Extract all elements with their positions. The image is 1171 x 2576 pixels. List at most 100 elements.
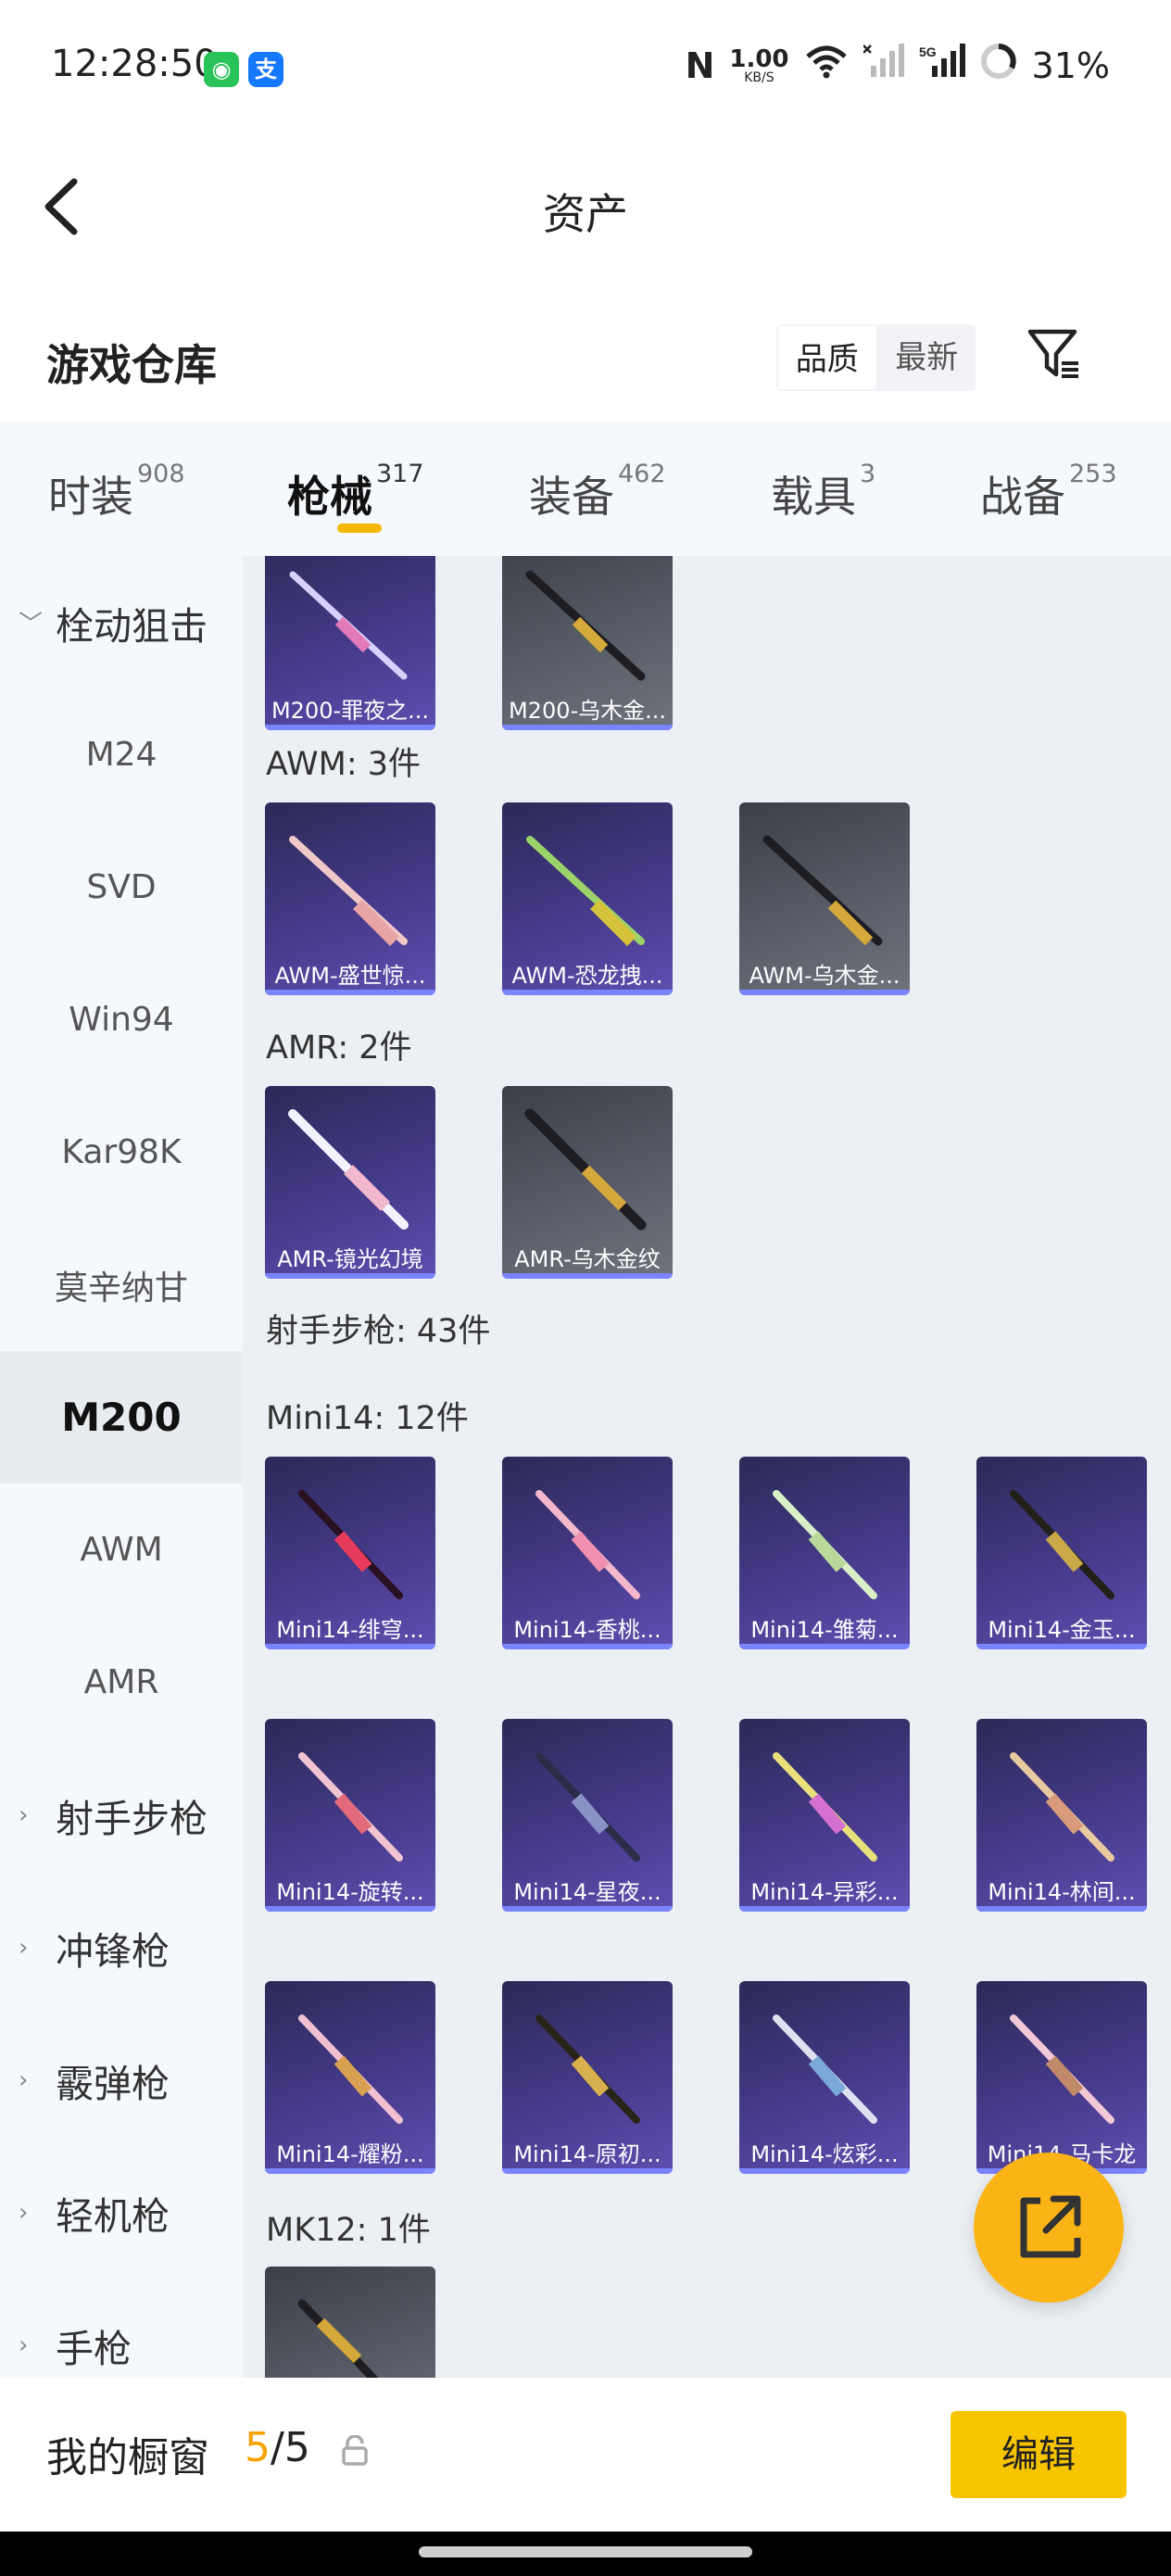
tab-guns[interactable]: 枪械 317 <box>287 460 424 524</box>
tab-label: 枪械 <box>287 472 372 522</box>
sidebar-item-label: 轻机枪 <box>56 2193 170 2239</box>
section-mini14: Mini14: 12件 <box>266 1400 469 1437</box>
chevron-right-icon: › <box>19 2198 29 2227</box>
sidebar-item-label: 霰弹枪 <box>56 2061 170 2106</box>
item-card-label: AMR-乌木金纹 <box>514 1246 661 1272</box>
tab-fashion[interactable]: 时装 908 <box>48 460 185 524</box>
sidebar-group-lmg[interactable]: › 轻机枪 <box>0 2146 243 2279</box>
item-card[interactable]: M200-乌木金... <box>502 556 673 730</box>
rifle-icon <box>297 2299 379 2378</box>
sidebar-item-kar98k[interactable]: Kar98K <box>0 1086 243 1219</box>
sidebar-item-label: 莫辛纳甘 <box>54 1269 188 1307</box>
rarity-bar <box>976 1906 1147 1912</box>
rarity-bar <box>265 1644 435 1649</box>
net-speed-value: 1.00 <box>729 44 789 73</box>
section-marksman: 射手步枪: 43件 <box>266 1313 491 1350</box>
sidebar-item-label: Kar98K <box>61 1133 182 1171</box>
item-card-label: Mini14-金玉... <box>988 1617 1136 1643</box>
status-icons: N 1.00 KB/S 5G 31% <box>686 43 1110 88</box>
sidebar-item-mosin[interactable]: 莫辛纳甘 <box>0 1219 243 1351</box>
rarity-bar <box>739 1644 910 1649</box>
battery-icon <box>980 43 1017 88</box>
weapon-sidebar: ﹀ 栓动狙击 M24 SVD Win94 Kar98K 莫辛纳甘 M200 AWM… <box>0 556 243 2378</box>
sort-quality-button[interactable]: 品质 <box>776 324 878 391</box>
tab-label: 时装 <box>48 472 133 522</box>
filter-button[interactable] <box>1026 326 1082 382</box>
item-card[interactable]: Mini14-香桃... <box>502 1457 673 1649</box>
lock-icon <box>341 2434 369 2467</box>
sidebar-item-win94[interactable]: Win94 <box>0 953 243 1086</box>
tab-equipment[interactable]: 装备 462 <box>529 460 666 524</box>
wifi-icon <box>804 44 849 87</box>
item-card[interactable]: AWM-恐龙拽... <box>502 802 673 995</box>
item-card[interactable]: Mini14-金玉... <box>976 1457 1147 1649</box>
share-fab-button[interactable] <box>974 2153 1124 2303</box>
item-card[interactable]: Mini14-原初... <box>502 1981 673 2174</box>
item-card-label: M200-罪夜之... <box>271 698 430 724</box>
item-card[interactable]: Mini14-异彩... <box>739 1719 910 1912</box>
chevron-down-icon: ﹀ <box>19 611 44 638</box>
item-card-label: Mini14-耀粉... <box>276 2141 424 2167</box>
item-grid: M200-罪夜之... M200-乌木金... AWM: 3件 AWM-盛世惊.… <box>243 556 1171 2378</box>
item-card[interactable]: AWM-乌木金... <box>739 802 910 995</box>
item-card[interactable]: Mini14-绯穹... <box>265 1457 435 1649</box>
item-card[interactable]: Mini14-雏菊... <box>739 1457 910 1649</box>
wechat-icon: ◉ <box>204 52 239 87</box>
tab-vehicles[interactable]: 载具 3 <box>771 460 875 524</box>
status-time: 12:28:50 <box>51 43 218 85</box>
sidebar-item-m200[interactable]: M200 <box>0 1351 243 1484</box>
sidebar-item-label: 冲锋枪 <box>56 1928 170 1974</box>
rarity-bar <box>502 1644 673 1649</box>
section-amr: AMR: 2件 <box>266 1029 412 1067</box>
item-card[interactable] <box>265 2267 435 2378</box>
sort-toggle: 品质 最新 <box>776 324 976 391</box>
item-card-label: Mini14-林间... <box>988 1879 1136 1905</box>
rarity-bar <box>265 2168 435 2174</box>
sidebar-item-amr[interactable]: AMR <box>0 1616 243 1749</box>
chevron-right-icon: › <box>19 1933 29 1962</box>
sidebar-group-smg[interactable]: › 冲锋枪 <box>0 1881 243 2014</box>
tab-label: 战备 <box>980 472 1065 522</box>
item-card[interactable]: AWM-盛世惊... <box>265 802 435 995</box>
sort-newest-button[interactable]: 最新 <box>878 324 976 391</box>
sidebar-item-label: AMR <box>83 1663 159 1701</box>
sidebar-item-m24[interactable]: M24 <box>0 688 243 821</box>
external-link-icon <box>1020 2195 1081 2258</box>
tab-label: 载具 <box>771 472 856 522</box>
sidebar-group-marksman[interactable]: › 射手步枪 <box>0 1749 243 1881</box>
item-card[interactable]: Mini14-旋转... <box>265 1719 435 1912</box>
chevron-right-icon: › <box>19 1800 29 1829</box>
chevron-right-icon: › <box>19 2330 29 2359</box>
sidebar-group-pistol[interactable]: › 手枪 <box>0 2279 243 2378</box>
item-card[interactable]: AMR-镜光幻境 <box>265 1086 435 1279</box>
rarity-bar <box>976 1644 1147 1649</box>
sidebar-item-label: M200 <box>61 1395 182 1440</box>
item-card-label: Mini14-绯穹... <box>276 1617 424 1643</box>
edit-button[interactable]: 编辑 <box>951 2411 1127 2498</box>
sidebar-item-svd[interactable]: SVD <box>0 821 243 953</box>
item-card[interactable]: Mini14-马卡龙 <box>976 1981 1147 2174</box>
item-card-label: M200-乌木金... <box>508 698 667 724</box>
net-speed-unit: KB/S <box>744 69 774 85</box>
showcase-count: 5/5 <box>245 2424 310 2471</box>
rarity-bar <box>502 1273 673 1279</box>
sidebar-item-label: Win94 <box>69 1001 174 1039</box>
sidebar-group-shotgun[interactable]: › 霰弹枪 <box>0 2014 243 2146</box>
rarity-bar <box>739 990 910 995</box>
home-indicator[interactable] <box>419 2546 752 2557</box>
signal-5g-icon: 5G <box>919 44 965 87</box>
showcase-count-total: 5 <box>283 2424 310 2471</box>
rarity-bar <box>265 725 435 730</box>
item-card[interactable]: Mini14-炫彩... <box>739 1981 910 2174</box>
item-card[interactable]: Mini14-星夜... <box>502 1719 673 1912</box>
item-card[interactable]: Mini14-耀粉... <box>265 1981 435 2174</box>
tab-count: 462 <box>618 460 666 488</box>
item-card[interactable]: Mini14-林间... <box>976 1719 1147 1912</box>
rarity-bar <box>502 1906 673 1912</box>
item-card[interactable]: AMR-乌木金纹 <box>502 1086 673 1279</box>
sidebar-group-bolt-sniper[interactable]: ﹀ 栓动狙击 <box>0 556 243 688</box>
sidebar-item-awm[interactable]: AWM <box>0 1484 243 1616</box>
tab-supplies[interactable]: 战备 253 <box>980 460 1117 524</box>
tab-count: 253 <box>1069 460 1117 488</box>
item-card[interactable]: M200-罪夜之... <box>265 556 435 730</box>
